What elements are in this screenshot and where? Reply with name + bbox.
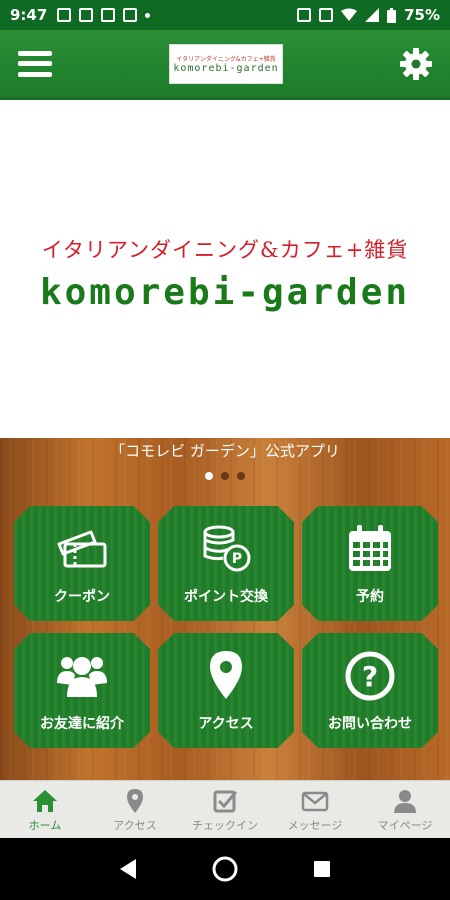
menu-grid: クーポン P ポイント交換 予約 お友達に紹介 アクセス ? お問い合わせ <box>14 506 438 748</box>
nav-mypage[interactable]: マイページ <box>360 781 450 838</box>
nav-access[interactable]: アクセス <box>90 781 180 838</box>
nav-checkin[interactable]: チェックイン <box>180 781 270 838</box>
tile-label: ポイント交換 <box>184 588 268 605</box>
nav-label: メッセージ <box>287 818 343 832</box>
envelope-icon <box>301 791 329 811</box>
status-time: 9:47 <box>10 6 48 24</box>
checkbox-icon <box>213 790 238 812</box>
point-exchange-button[interactable]: P ポイント交換 <box>158 506 294 621</box>
svg-text:P: P <box>232 551 242 567</box>
hero-banner[interactable]: イタリアンダイニング&カフェ+雑貨 komorebi-garden <box>0 100 450 438</box>
question-icon: ? <box>345 651 395 700</box>
battery-icon <box>387 7 397 23</box>
coins-icon: P <box>203 525 251 571</box>
access-button[interactable]: アクセス <box>158 633 294 748</box>
svg-text:?: ? <box>362 660 378 693</box>
home-button[interactable] <box>205 849 245 889</box>
system-nav-bar <box>0 838 450 900</box>
user-icon <box>394 789 416 813</box>
gear-icon[interactable] <box>400 47 432 80</box>
recents-square-icon <box>313 861 330 877</box>
menu-bar <box>18 61 52 66</box>
calendar-notification-icon <box>79 8 94 22</box>
wifi-icon <box>341 8 358 21</box>
calendar-icon <box>349 524 391 571</box>
tile-label: お問い合わせ <box>328 715 412 732</box>
app-header: イタリアンダイニング&カフェ+雑貨 komorebi-garden <box>0 30 450 100</box>
back-button[interactable] <box>108 849 148 889</box>
refer-friend-button[interactable]: お友達に紹介 <box>14 633 150 748</box>
notification-icons <box>57 8 151 22</box>
carousel-dot[interactable] <box>205 472 213 480</box>
carousel-indicator <box>0 472 450 480</box>
nav-label: マイページ <box>377 818 433 832</box>
recents-button[interactable] <box>302 849 342 889</box>
tile-label: 予約 <box>356 588 384 605</box>
menu-bar <box>18 50 52 56</box>
users-icon <box>57 656 107 697</box>
image-notification-icon <box>57 8 72 22</box>
ticket-icon <box>57 530 107 567</box>
battery-percent: 75% <box>404 6 440 24</box>
map-pin-icon <box>210 650 242 699</box>
home-circle-icon <box>212 856 238 882</box>
header-logo-brand: komorebi-garden <box>173 62 279 74</box>
tile-label: アクセス <box>198 715 254 732</box>
more-notifications-icon <box>145 12 151 18</box>
home-icon <box>33 789 57 812</box>
drive-notification-icon <box>101 8 116 22</box>
coupon-button[interactable]: クーポン <box>14 506 150 621</box>
header-logo-subtitle: イタリアンダイニング&カフェ+雑貨 <box>176 55 276 63</box>
reservation-button[interactable]: 予約 <box>302 506 438 621</box>
hero-brand: komorebi-garden <box>39 271 411 313</box>
bottom-nav: ホーム アクセス チェックイン メッセージ マイページ <box>0 780 450 838</box>
nav-label: アクセス <box>113 818 157 832</box>
carousel-dot[interactable] <box>221 472 229 480</box>
menu-icon[interactable] <box>18 50 52 77</box>
contact-button[interactable]: ? お問い合わせ <box>302 633 438 748</box>
back-triangle-icon <box>120 859 137 879</box>
tile-label: お友達に紹介 <box>40 715 124 732</box>
phone-notification-icon <box>123 8 138 22</box>
rotate-icon <box>297 8 312 22</box>
menu-panel: 「コモレビ ガーデン」公式アプリ クーポン P ポイント交換 予約 お友達に紹介… <box>0 438 450 780</box>
carousel-dot[interactable] <box>237 472 245 480</box>
nav-home[interactable]: ホーム <box>0 781 90 838</box>
signal-icon <box>365 8 380 22</box>
header-logo: イタリアンダイニング&カフェ+雑貨 komorebi-garden <box>169 43 283 84</box>
hero-subtitle: イタリアンダイニング&カフェ+雑貨 <box>41 237 409 262</box>
nav-message[interactable]: メッセージ <box>270 781 360 838</box>
map-pin-icon <box>127 788 143 813</box>
tile-label: クーポン <box>54 588 110 605</box>
banner-caption: 「コモレビ ガーデン」公式アプリ <box>110 442 340 460</box>
nav-label: ホーム <box>28 818 62 832</box>
status-bar: 9:47 75% <box>0 0 450 30</box>
menu-bar <box>18 71 52 77</box>
vibrate-icon <box>319 8 334 22</box>
nav-label: チェックイン <box>192 818 258 832</box>
